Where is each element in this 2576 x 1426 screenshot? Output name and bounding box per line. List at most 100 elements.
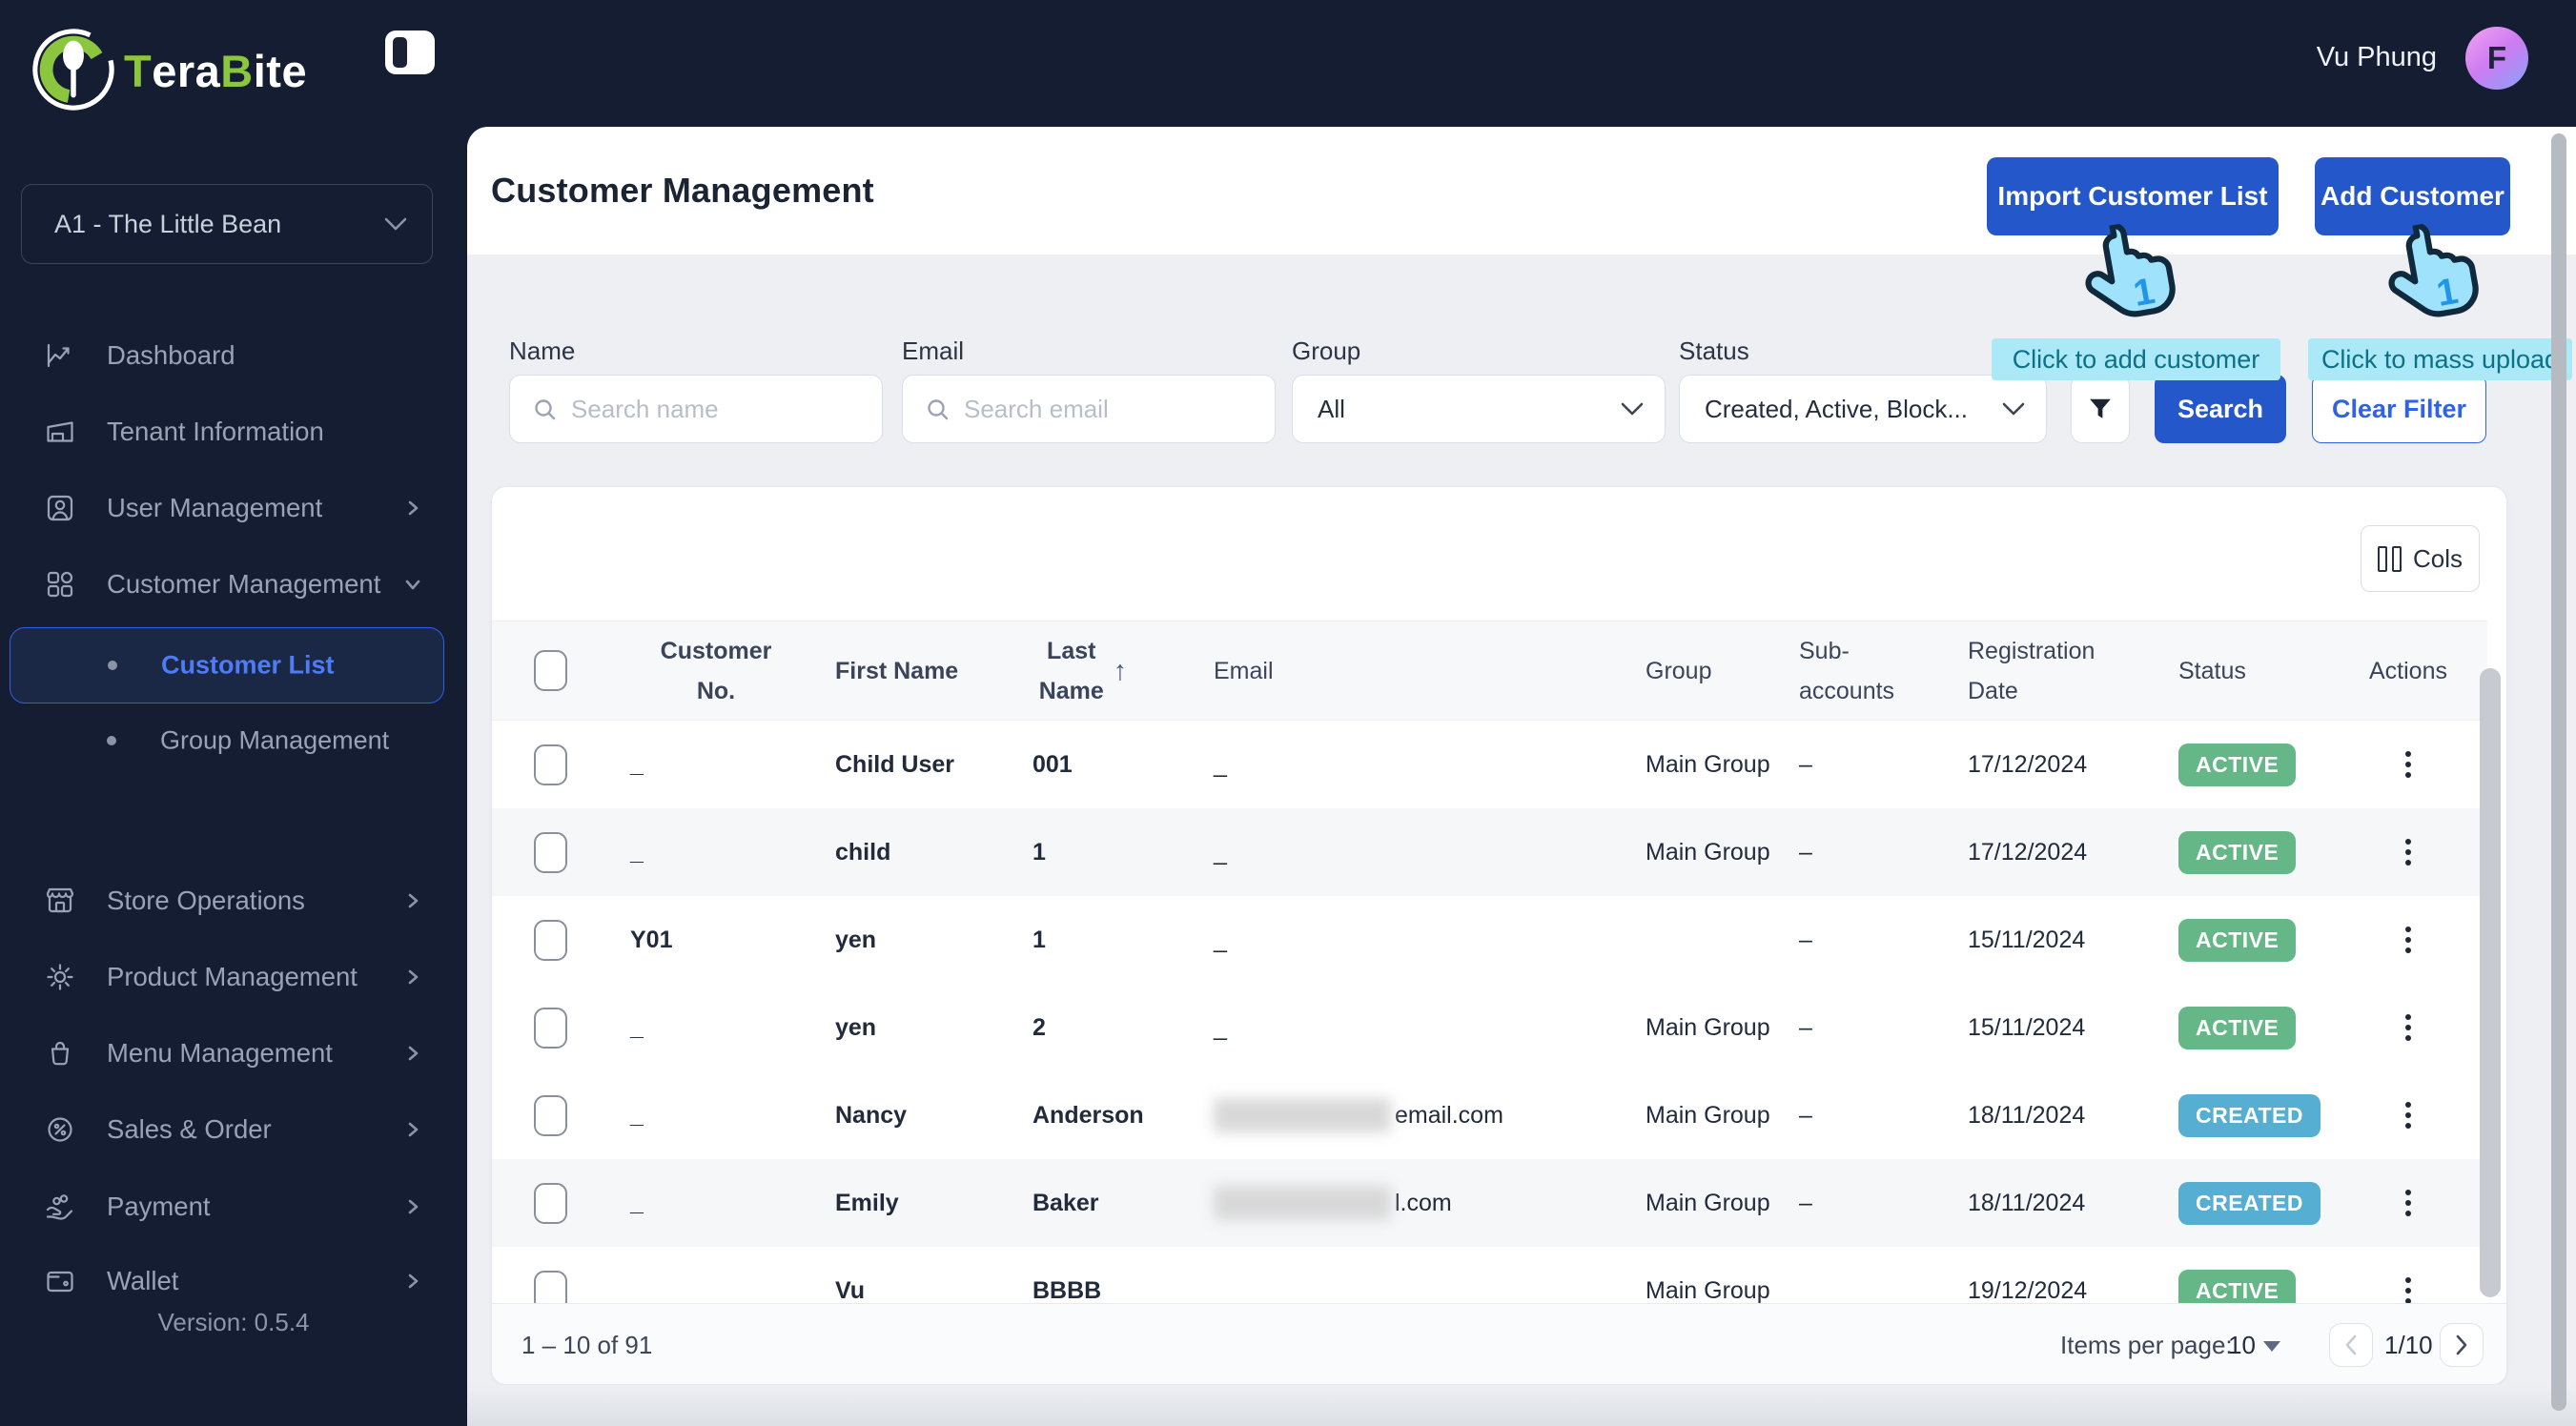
col-first-name[interactable]: First Name (821, 621, 1012, 720)
status-select[interactable]: Created, Active, Block... (1679, 375, 2047, 443)
cell-sub-accounts: – (1799, 1189, 1812, 1216)
cell-last-name: BBBB (1032, 1276, 1102, 1304)
table-scrollbar[interactable] (2480, 668, 2501, 1297)
row-checkbox[interactable] (534, 1094, 567, 1136)
sidebar-item-user-management[interactable]: User Management (0, 478, 467, 539)
name-search-field[interactable] (571, 394, 863, 424)
row-checkbox[interactable] (534, 1007, 567, 1049)
chevron-right-icon (2456, 1334, 2467, 1355)
pagination-range: 1 – 10 of 91 (521, 1330, 653, 1359)
caret-down-icon[interactable] (2263, 1341, 2280, 1352)
row-checkbox[interactable] (534, 919, 567, 961)
chevron-right-icon (408, 893, 419, 908)
sidebar-subitem-customer-list[interactable]: Customer List (10, 627, 444, 703)
row-checkbox[interactable] (534, 1182, 567, 1224)
row-actions-kebab-icon[interactable] (2400, 1008, 2417, 1047)
columns-button[interactable]: Cols (2361, 525, 2480, 592)
chevron-down-icon (2002, 402, 2025, 416)
cell-customer-no: Y01 (630, 926, 673, 953)
sidebar-item-payment[interactable]: Payment (0, 1176, 467, 1237)
chevron-right-icon (408, 500, 419, 516)
customer-table-card: Cols Customer No. First Name Last Name ↑ … (491, 486, 2507, 1385)
avatar[interactable]: F (2465, 27, 2528, 90)
cell-group: Main Group (1646, 1277, 1770, 1303)
row-actions-kebab-icon[interactable] (2400, 1096, 2417, 1134)
cell-select (492, 1247, 611, 1303)
row-checkbox[interactable] (534, 744, 567, 785)
sidebar-item-wallet[interactable]: Wallet (0, 1251, 467, 1312)
sidebar-item-sales-order[interactable]: Sales & Order (0, 1099, 467, 1160)
sort-ascending-icon: ↑ (1113, 655, 1128, 686)
cell-last-name: Anderson (1032, 1101, 1144, 1129)
add-customer-button[interactable]: Add Customer (2315, 157, 2510, 235)
col-group[interactable]: Group (1622, 621, 1774, 720)
chevron-right-icon (408, 1122, 419, 1137)
cell-customer-no: _ (630, 1013, 644, 1041)
tooltip-mass-upload: Click to mass upload (2308, 338, 2572, 380)
status-badge: ACTIVE (2178, 743, 2297, 786)
row-actions-kebab-icon[interactable] (2400, 745, 2417, 784)
cell-sub-accounts: – (1799, 750, 1812, 778)
sidebar-item-store-operations[interactable]: Store Operations (0, 870, 467, 931)
dashboard-icon (47, 343, 70, 368)
tenant-selector[interactable]: A1 - The Little Bean (21, 184, 433, 264)
sidebar-item-customer-management[interactable]: Customer Management (0, 554, 467, 615)
row-checkbox[interactable] (534, 831, 567, 873)
cell-sub-accounts: – (1799, 1101, 1812, 1129)
cell-select (492, 1159, 611, 1247)
row-actions-kebab-icon[interactable] (2400, 1272, 2417, 1303)
row-actions-kebab-icon[interactable] (2400, 921, 2417, 959)
cell-email (1155, 1247, 1622, 1303)
cell-actions (2337, 1159, 2480, 1247)
col-registration-date[interactable]: Registration Date (1946, 621, 2156, 720)
col-actions[interactable]: Actions (2337, 621, 2480, 720)
sidebar-subitem-group-management[interactable]: Group Management (0, 710, 467, 771)
chevron-right-icon (408, 1273, 419, 1289)
cell-email: _ (1214, 1013, 1227, 1041)
sidebar-collapse-icon (393, 37, 407, 68)
page-title: Customer Management (491, 171, 874, 210)
chevron-right-icon (408, 1199, 419, 1214)
row-actions-kebab-icon[interactable] (2400, 833, 2417, 871)
email-search-input[interactable] (902, 375, 1276, 443)
table-footer: 1 – 10 of 91 Items per page: 10 1/10 (492, 1303, 2506, 1384)
email-search-field[interactable] (964, 394, 1256, 424)
cell-select (492, 721, 611, 808)
clear-filter-button[interactable]: Clear Filter (2312, 375, 2486, 443)
col-last-name[interactable]: Last Name ↑ (1012, 621, 1155, 720)
col-status[interactable]: Status (2156, 621, 2337, 720)
search-button[interactable]: Search (2155, 375, 2286, 443)
chevron-down-icon (384, 217, 407, 231)
sidebar-collapse-button[interactable] (385, 31, 435, 74)
group-select[interactable]: All (1292, 375, 1666, 443)
col-email[interactable]: Email (1155, 621, 1622, 720)
cell-actions (2337, 721, 2480, 808)
sidebar-item-menu-management[interactable]: Menu Management (0, 1023, 467, 1084)
col-sub-accounts[interactable]: Sub- accounts (1774, 621, 1946, 720)
bag-icon (51, 1041, 70, 1066)
user-name[interactable]: Vu Phung (2317, 27, 2437, 88)
col-customer-no[interactable]: Customer No. (611, 621, 821, 720)
page-scrollbar[interactable] (2551, 133, 2566, 1411)
sidebar-item-tenant-information[interactable]: Tenant Information (0, 401, 467, 462)
table-row: _ Nancy Anderson email.com Main Group – … (492, 1071, 2487, 1159)
cell-customer-no: _ (630, 838, 644, 866)
cell-group (1622, 896, 1774, 984)
select-all-checkbox[interactable] (534, 650, 567, 691)
name-search-input[interactable] (509, 375, 883, 443)
cell-last-name: 1 (1032, 926, 1046, 953)
row-checkbox[interactable] (534, 1270, 567, 1303)
next-page-button[interactable] (2440, 1323, 2484, 1367)
bottom-fade (467, 1385, 2576, 1426)
sidebar-item-product-management[interactable]: Product Management (0, 947, 467, 1008)
previous-page-button[interactable] (2329, 1323, 2373, 1367)
redacted-email (1214, 1186, 1391, 1220)
row-actions-kebab-icon[interactable] (2400, 1184, 2417, 1222)
filter-status-label: Status (1679, 336, 1749, 365)
filter-funnel-button[interactable] (2071, 375, 2130, 443)
items-per-page-value[interactable]: 10 (2228, 1331, 2256, 1360)
sidebar-item-dashboard[interactable]: Dashboard (0, 325, 467, 386)
cell-select (492, 984, 611, 1071)
cell-last-name: Baker (1032, 1189, 1099, 1216)
sidebar: Tera Bite A1 - The Little Bean Dashboard … (0, 0, 467, 1426)
